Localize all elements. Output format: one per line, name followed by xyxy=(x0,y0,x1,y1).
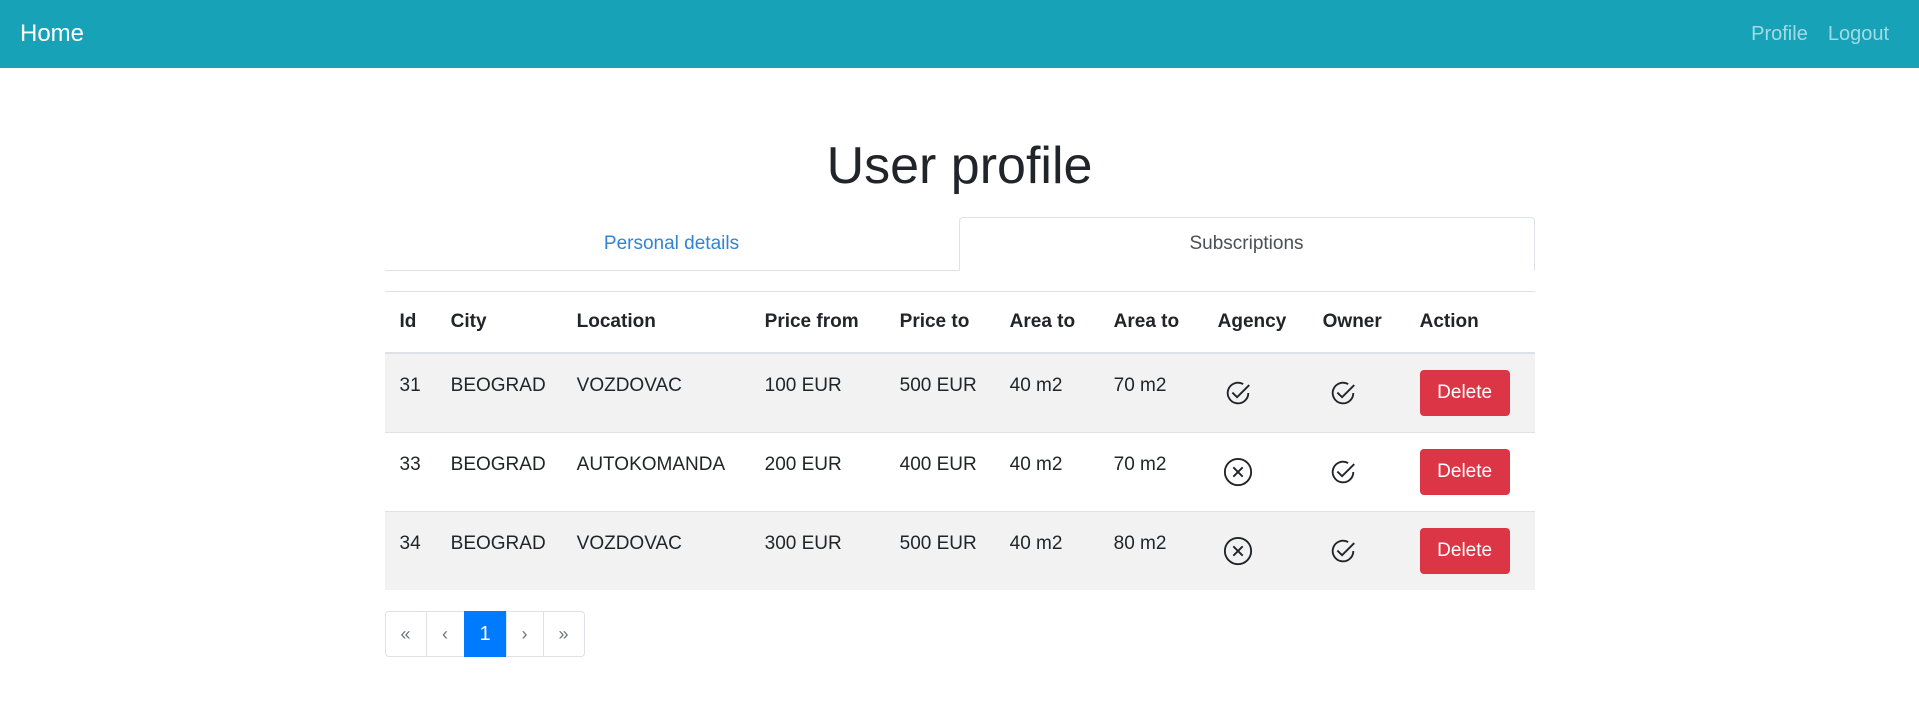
cell-id: 31 xyxy=(384,352,436,433)
header-city: City xyxy=(435,291,562,354)
header-location: Location xyxy=(561,291,750,354)
check-circle-icon xyxy=(1331,539,1355,563)
logout-link[interactable]: Logout xyxy=(1828,23,1889,46)
table-row: 34 BEOGRAD VOZDOVAC 300 EUR 500 EUR 40 m… xyxy=(384,511,1535,590)
page-prev-button[interactable]: ‹ xyxy=(425,611,465,657)
cell-price-from: 200 EUR xyxy=(749,432,885,512)
header-id: Id xyxy=(384,291,436,354)
cell-city: BEOGRAD xyxy=(435,352,562,433)
delete-button[interactable]: Delete xyxy=(1419,370,1510,416)
nav-links: Profile Logout xyxy=(1751,23,1899,46)
table-row: 31 BEOGRAD VOZDOVAC 100 EUR 500 EUR 40 m… xyxy=(384,352,1535,433)
profile-tabs: Personal details Subscriptions xyxy=(384,217,1535,271)
cell-agency xyxy=(1202,432,1308,512)
table-header-row: Id City Location Price from Price to Are… xyxy=(384,291,1535,354)
header-owner: Owner xyxy=(1307,291,1405,354)
cell-action: Delete xyxy=(1404,432,1535,512)
cell-action: Delete xyxy=(1404,352,1535,433)
x-circle-icon xyxy=(1223,457,1252,487)
cell-agency xyxy=(1202,511,1308,590)
cell-owner xyxy=(1307,352,1405,433)
check-circle-icon xyxy=(1331,381,1355,405)
delete-button[interactable]: Delete xyxy=(1419,528,1510,574)
cell-price-to: 400 EUR xyxy=(884,432,995,512)
cell-area-from: 40 m2 xyxy=(994,352,1099,433)
table-row: 33 BEOGRAD AUTOKOMANDA 200 EUR 400 EUR 4… xyxy=(384,432,1535,512)
main-container: User profile Personal details Subscripti… xyxy=(384,68,1535,657)
page-next-button[interactable]: › xyxy=(505,611,544,657)
cell-location: VOZDOVAC xyxy=(561,511,750,590)
check-circle-icon xyxy=(1226,381,1250,405)
cell-price-from: 100 EUR xyxy=(749,352,885,433)
pagination: « ‹ 1 › » xyxy=(384,611,1535,657)
cell-area-from: 40 m2 xyxy=(994,511,1099,590)
cell-owner xyxy=(1307,511,1405,590)
delete-button[interactable]: Delete xyxy=(1419,449,1510,495)
header-price-to: Price to xyxy=(884,291,995,354)
header-price-from: Price from xyxy=(749,291,885,354)
page-first-button[interactable]: « xyxy=(384,611,427,657)
cell-price-to: 500 EUR xyxy=(884,352,995,433)
cell-area-to: 80 m2 xyxy=(1098,511,1203,590)
home-link[interactable]: Home xyxy=(20,20,84,48)
tab-subscriptions[interactable]: Subscriptions xyxy=(958,217,1535,271)
cell-location: VOZDOVAC xyxy=(561,352,750,433)
header-area-from: Area to xyxy=(994,291,1099,354)
tab-personal-details[interactable]: Personal details xyxy=(385,217,959,271)
subscriptions-table: Id City Location Price from Price to Are… xyxy=(384,291,1535,590)
cell-owner xyxy=(1307,432,1405,512)
page-title: User profile xyxy=(826,137,1093,195)
profile-link[interactable]: Profile xyxy=(1751,23,1808,46)
cell-city: BEOGRAD xyxy=(435,432,562,512)
cell-location: AUTOKOMANDA xyxy=(561,432,750,512)
cell-area-to: 70 m2 xyxy=(1098,352,1203,433)
cell-action: Delete xyxy=(1404,511,1535,590)
cell-id: 34 xyxy=(384,511,436,590)
page-last-button[interactable]: » xyxy=(542,611,585,657)
header-agency: Agency xyxy=(1202,291,1308,354)
top-navbar: Home Profile Logout xyxy=(0,0,1919,68)
x-circle-icon xyxy=(1223,536,1252,566)
page-current-button[interactable]: 1 xyxy=(463,611,507,657)
cell-id: 33 xyxy=(384,432,436,512)
cell-price-to: 500 EUR xyxy=(884,511,995,590)
cell-price-from: 300 EUR xyxy=(749,511,885,590)
check-circle-icon xyxy=(1331,460,1355,484)
cell-city: BEOGRAD xyxy=(435,511,562,590)
header-action: Action xyxy=(1404,291,1535,354)
cell-agency xyxy=(1202,352,1308,433)
header-area-to: Area to xyxy=(1098,291,1203,354)
cell-area-to: 70 m2 xyxy=(1098,432,1203,512)
cell-area-from: 40 m2 xyxy=(994,432,1099,512)
